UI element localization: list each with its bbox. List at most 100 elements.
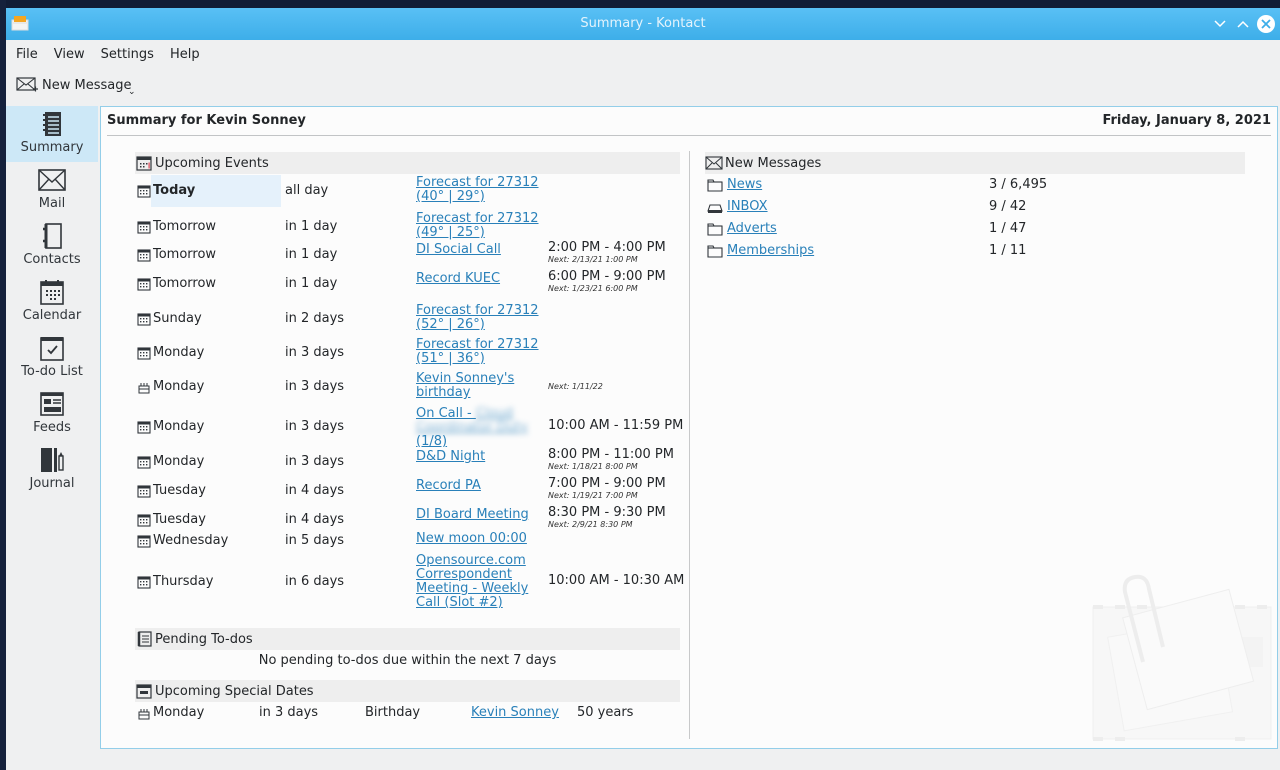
calendar-icon	[137, 513, 151, 527]
calendar-icon	[137, 184, 151, 198]
event-row: Monday in 3 days Forecast for 27312 (51° |…	[135, 338, 681, 368]
sidebar-item-label: Summary	[20, 140, 84, 155]
event-relative-time: in 3 days	[285, 419, 345, 434]
event-summary-link[interactable]: New moon 00:00	[416, 532, 540, 546]
event-summary-link[interactable]: DI Social Call	[416, 243, 540, 257]
menu-bar: File View Settings Help	[6, 40, 1280, 68]
event-row: Tomorrow in 1 day Forecast for 27312 (49° …	[135, 212, 681, 242]
calendar-icon	[137, 455, 151, 469]
folder-unread-count: 1 / 47	[989, 221, 1027, 236]
event-next-occurrence: Next: 1/18/21 8:00 PM	[548, 462, 638, 471]
sidebar-item-contacts[interactable]: Contacts	[6, 218, 98, 274]
folder-icon	[707, 178, 723, 192]
event-summary-link[interactable]: Opensource.com Correspondent Meeting - W…	[416, 554, 540, 610]
summary-view: Summary for Kevin Sonney Friday, January…	[100, 106, 1278, 749]
event-row: Tuesday in 4 days DI Board Meeting 8:30 PM …	[135, 506, 681, 532]
folder-link[interactable]: INBOX	[727, 199, 768, 214]
new-messages-header: New Messages	[705, 152, 1245, 174]
minimize-button[interactable]	[1210, 14, 1230, 34]
sidebar-item-label: Mail	[38, 196, 66, 211]
event-summary-link[interactable]: Record PA	[416, 479, 540, 493]
folder-link[interactable]: News	[727, 177, 762, 192]
event-day: Thursday	[153, 574, 214, 589]
event-day: Tomorrow	[153, 276, 217, 291]
calendar-icon	[137, 312, 151, 326]
event-summary-link[interactable]: On Call - Cloud Coordinator Duty (1/8)	[416, 407, 540, 449]
folder-icon	[707, 244, 723, 258]
summary-title: Summary for Kevin Sonney	[107, 113, 306, 128]
maximize-button[interactable]	[1233, 14, 1253, 34]
sidebar-item-journal[interactable]: Journal	[6, 442, 98, 498]
event-summary-link[interactable]: Kevin Sonney's birthday	[416, 372, 540, 400]
folder-unread-count: 9 / 42	[989, 199, 1027, 214]
todo-checkbox-icon	[40, 337, 64, 361]
sidebar-item-calendar[interactable]: Calendar	[6, 274, 98, 330]
sidebar-item-todo[interactable]: To-do List	[6, 330, 98, 386]
calendar-icon	[137, 484, 151, 498]
event-row: Tuesday in 4 days Record PA 7:00 PM - 9:00 …	[135, 477, 681, 503]
menu-help[interactable]: Help	[163, 43, 207, 66]
event-day: Tuesday	[153, 483, 206, 498]
event-time-range: 8:00 PM - 11:00 PM	[548, 447, 674, 462]
event-day: Monday	[153, 419, 205, 434]
header-divider	[107, 135, 1271, 136]
event-time: 8:30 PM - 9:30 PM Next: 2/9/21 8:30 PM	[548, 506, 688, 530]
event-day: Monday	[153, 345, 205, 360]
menu-file[interactable]: File	[9, 43, 45, 66]
event-next-occurrence: Next: 2/13/21 1:00 PM	[548, 255, 638, 264]
chevron-down-icon	[1214, 20, 1226, 28]
special-date-age: 50 years	[577, 705, 634, 720]
event-summary-link[interactable]: Forecast for 27312 (51° | 36°)	[416, 338, 540, 366]
event-row: Monday in 3 days Kevin Sonney's birthday Ne…	[135, 372, 681, 402]
menu-view[interactable]: View	[47, 43, 92, 66]
folder-link[interactable]: Adverts	[727, 221, 777, 236]
envelope-icon	[705, 156, 723, 170]
folder-icon	[707, 222, 723, 236]
event-summary-link[interactable]: Forecast for 27312 (52° | 26°)	[416, 304, 540, 332]
calendar-icon	[137, 220, 151, 234]
close-button[interactable]	[1256, 14, 1276, 34]
new-message-label: New Message	[42, 77, 132, 93]
special-date-when: in 3 days	[259, 705, 319, 720]
calendar-icon	[137, 534, 151, 548]
calendar-icon	[136, 156, 152, 171]
folder-link[interactable]: Memberships	[727, 243, 814, 258]
chevron-down-icon[interactable]: ⌄	[128, 87, 136, 97]
event-time-range: 6:00 PM - 9:00 PM	[548, 269, 666, 284]
sidebar-item-mail[interactable]: Mail	[6, 162, 98, 218]
sidebar-item-label: Calendar	[22, 308, 82, 323]
address-book-icon	[43, 223, 62, 249]
special-date-type: Birthday	[365, 705, 421, 720]
toolbar: New Message ⌄	[6, 68, 1280, 102]
event-summary-link[interactable]: Forecast for 27312 (40° | 29°)	[416, 176, 540, 204]
folder-row: INBOX 9 / 42	[707, 199, 1227, 217]
new-message-button[interactable]: New Message ⌄	[16, 72, 137, 98]
event-summary-link[interactable]: DI Board Meeting	[416, 508, 540, 522]
event-time-range: 2:00 PM - 4:00 PM	[548, 240, 666, 255]
title-bar[interactable]: Summary - Kontact	[6, 8, 1280, 40]
kontact-watermark-illustration	[1092, 574, 1272, 741]
event-summary-link[interactable]: D&D Night	[416, 450, 540, 464]
event-time: Next: 1/11/22	[548, 382, 688, 392]
birthday-cake-icon	[137, 706, 151, 724]
event-day: Tomorrow	[153, 247, 217, 262]
sidebar-item-summary[interactable]: Summary	[6, 106, 98, 162]
event-relative-time: in 2 days	[285, 311, 345, 326]
event-row: Thursday in 6 days Opensource.com Correspo…	[135, 554, 684, 610]
event-row: Tomorrow in 1 day DI Social Call 2:00 PM - …	[135, 240, 681, 267]
summary-date: Friday, January 8, 2021	[1102, 113, 1271, 128]
folder-unread-count: 1 / 11	[989, 243, 1027, 258]
event-time: 8:00 PM - 11:00 PM Next: 1/18/21 8:00 PM	[548, 448, 688, 472]
event-summary-link[interactable]: Forecast for 27312 (49° | 25°)	[416, 212, 540, 240]
event-time-range: 8:30 PM - 9:30 PM	[548, 505, 666, 520]
special-dates-icon	[136, 684, 152, 699]
event-relative-time: in 1 day	[285, 247, 338, 262]
sidebar-item-feeds[interactable]: Feeds	[6, 386, 98, 442]
event-row: Monday in 3 days On Call - Cloud Coordinat…	[135, 407, 683, 449]
event-summary-link[interactable]: Record KUEC	[416, 272, 540, 286]
event-row: Sunday in 2 days Forecast for 27312 (52° |…	[135, 304, 681, 334]
window-title: Summary - Kontact	[580, 16, 706, 31]
mail-new-icon	[16, 77, 38, 92]
special-date-contact-link[interactable]: Kevin Sonney	[471, 705, 559, 720]
menu-settings[interactable]: Settings	[94, 43, 161, 66]
